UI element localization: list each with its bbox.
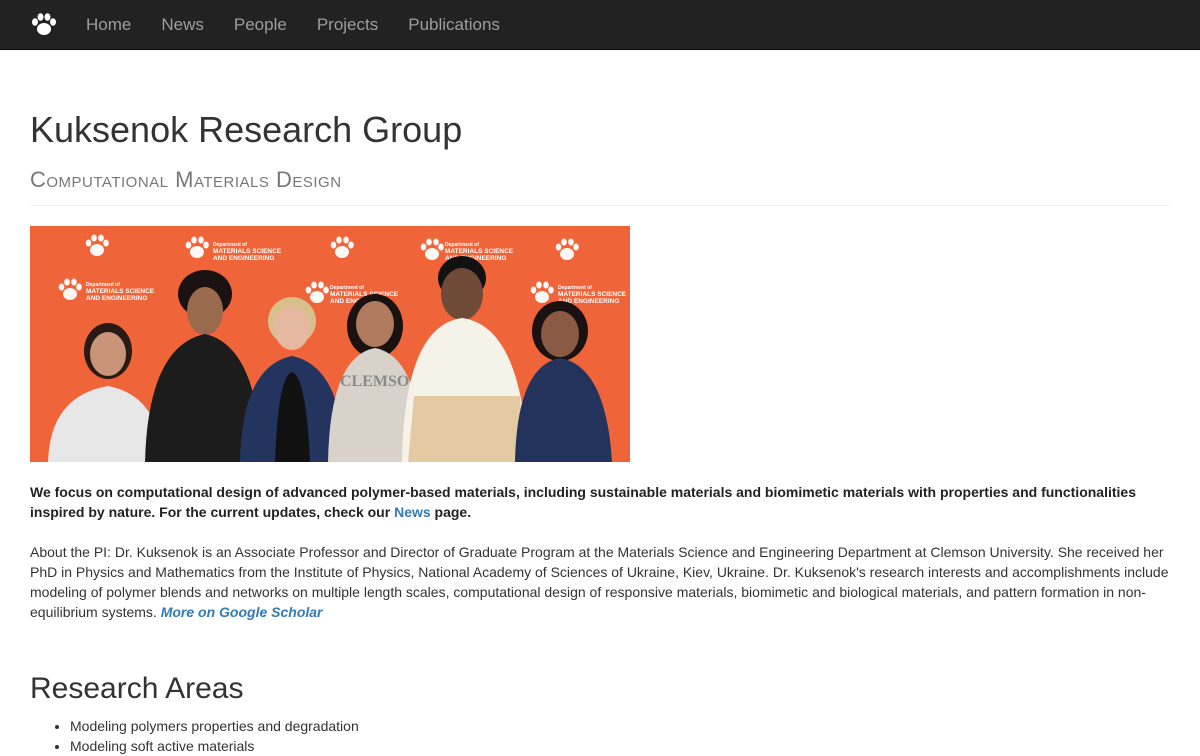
svg-text:AND ENGINEERING: AND ENGINEERING <box>86 295 147 302</box>
main-content: Kuksenok Research Group Computational Ma… <box>0 110 1200 756</box>
news-link[interactable]: News <box>394 504 431 520</box>
intro-paragraph: We focus on computational design of adva… <box>30 482 1170 522</box>
research-areas-list: Modeling polymers properties and degrada… <box>30 716 1170 756</box>
paw-icon[interactable] <box>29 10 59 40</box>
nav-news[interactable]: News <box>146 0 219 50</box>
nav-projects[interactable]: Projects <box>302 0 393 50</box>
intro-text: We focus on computational design of adva… <box>30 484 1136 520</box>
svg-text:MATERIALS SCIENCE: MATERIALS SCIENCE <box>213 248 282 255</box>
svg-text:CLEMSON: CLEMSON <box>340 373 421 390</box>
pi-paragraph: About the PI: Dr. Kuksenok is an Associa… <box>30 542 1170 622</box>
svg-text:AND ENGINEERING: AND ENGINEERING <box>213 255 274 262</box>
research-areas-heading: Research Areas <box>30 672 244 705</box>
nav-publications[interactable]: Publications <box>393 0 515 50</box>
list-item: Modeling polymers properties and degrada… <box>70 716 1170 736</box>
svg-text:MATERIALS SCIENCE: MATERIALS SCIENCE <box>558 291 627 298</box>
list-item: Modeling soft active materials <box>70 736 1170 756</box>
top-navbar: Home News People Projects Publications <box>0 0 1200 50</box>
google-scholar-link[interactable]: More on Google Scholar <box>161 604 323 620</box>
page-subtitle: Computational Materials Design <box>30 167 1170 206</box>
nav-people[interactable]: People <box>219 0 302 50</box>
svg-text:MATERIALS SCIENCE: MATERIALS SCIENCE <box>445 248 514 255</box>
svg-text:MATERIALS SCIENCE: MATERIALS SCIENCE <box>86 288 155 295</box>
group-photo: Department of MATERIALS SCIENCE AND ENGI… <box>30 226 630 462</box>
page-title: Kuksenok Research Group <box>30 109 463 150</box>
nav-home[interactable]: Home <box>71 0 146 50</box>
intro-text-end: page. <box>430 504 472 520</box>
